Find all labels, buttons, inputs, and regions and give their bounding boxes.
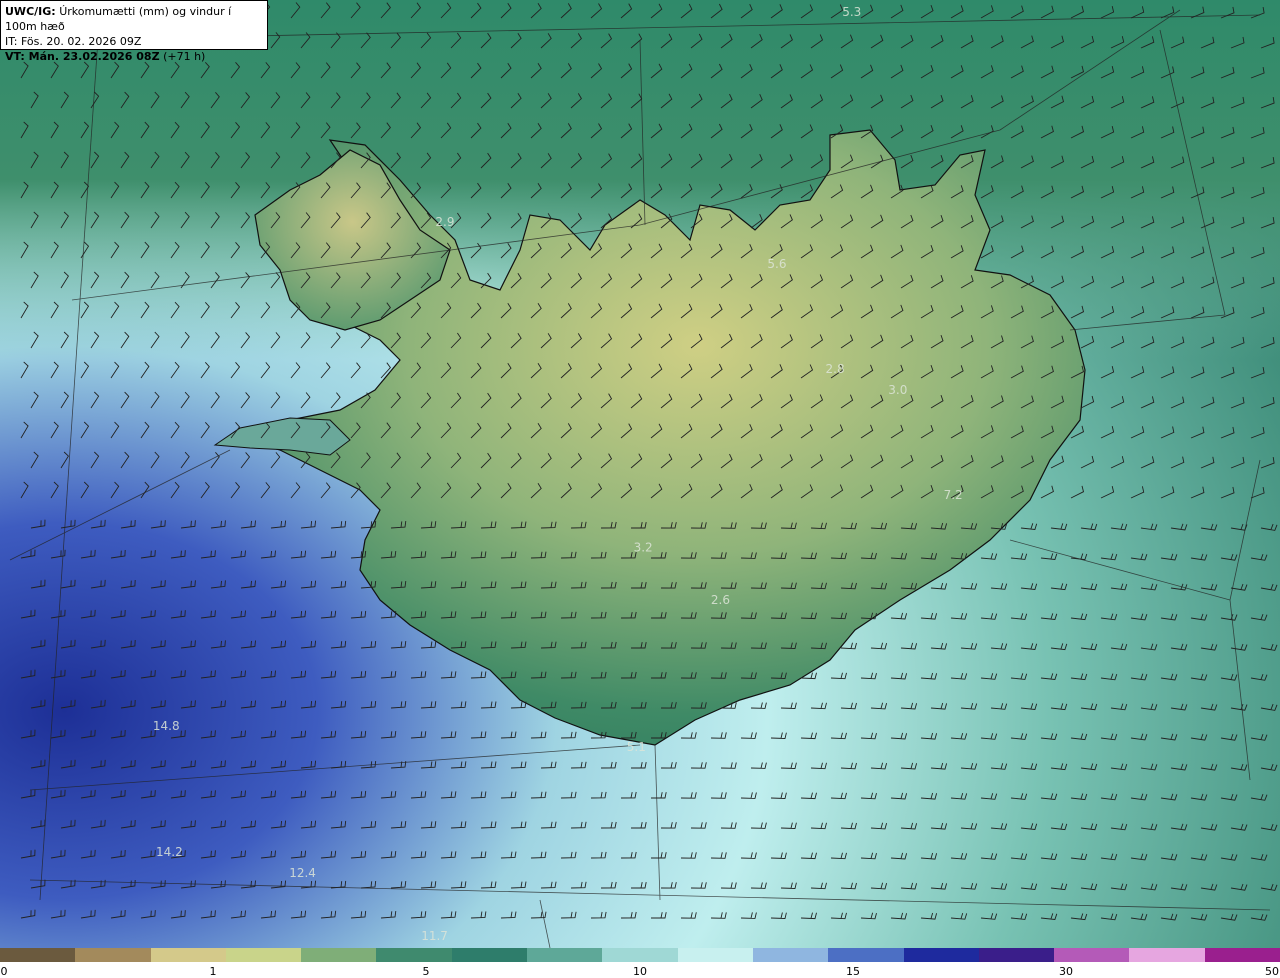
colorbar-segment <box>677 948 753 962</box>
precip-value-label: 5.6 <box>767 257 786 271</box>
colorbar-segment <box>828 948 904 962</box>
precip-value-label: 2.6 <box>711 593 730 607</box>
precip-value-label: 14.2 <box>156 845 183 859</box>
valid-time-line: VT: Mán. 23.02.2026 08Z (+71 h) <box>5 49 263 64</box>
title-line: UWC/IG: Úrkomumætti (mm) og vindur í 100… <box>5 4 263 34</box>
colorbar-segment <box>1054 948 1130 962</box>
colorbar-segment <box>225 948 302 962</box>
colorbar-segment <box>1129 948 1205 962</box>
model-label: UWC/IG: <box>5 5 56 18</box>
colorbar-tick-label: 0 <box>0 965 8 978</box>
precip-value-label: 3.0 <box>888 383 907 397</box>
colorbar-tick-label: 30 <box>1059 965 1073 978</box>
precip-value-label: 2.8 <box>826 362 845 376</box>
colorbar-tick-label: 50 <box>1265 965 1279 978</box>
colorbar-tick-label: 10 <box>633 965 647 978</box>
colorbar-segment <box>0 948 76 962</box>
colorbar-segment <box>903 948 979 962</box>
map-canvas: 5.3 2.9 5.6 2.8 3.0 7.2 3.2 2.6 5.1 14.8 14.2 12.4 1… <box>0 0 1280 948</box>
colorbar-strip <box>0 948 1280 962</box>
weather-map[interactable]: 5.3 2.9 5.6 2.8 3.0 7.2 3.2 2.6 5.1 14.8 14.2 12.4 1… <box>0 0 1280 948</box>
colorbar-segment <box>602 948 678 962</box>
colorbar-segment <box>978 948 1055 962</box>
colorbar-segment <box>75 948 151 962</box>
precip-colorbar: 0 1 5 10 15 30 50 <box>0 948 1280 978</box>
precip-value-label: 11.7 <box>421 929 448 943</box>
forecast-hour: (+71 h) <box>163 50 206 63</box>
colorbar-segment <box>150 948 226 962</box>
precip-value-label: 3.2 <box>634 541 653 555</box>
map-info-box: UWC/IG: Úrkomumætti (mm) og vindur í 100… <box>0 0 268 63</box>
colorbar-segment <box>527 948 603 962</box>
colorbar-segment <box>376 948 452 962</box>
precip-value-label: 7.2 <box>944 488 963 502</box>
precip-value-label: 5.3 <box>842 5 861 19</box>
precip-value-label: 5.1 <box>627 740 646 754</box>
precip-value-label: 2.9 <box>435 215 454 229</box>
colorbar-segment <box>1204 948 1280 962</box>
colorbar-segment <box>451 948 528 962</box>
colorbar-segment <box>301 948 377 962</box>
colorbar-tick-label: 5 <box>422 965 430 978</box>
valid-time: VT: Mán. 23.02.2026 08Z <box>5 50 160 63</box>
precip-value-label: 12.4 <box>289 866 316 880</box>
precip-value-label: 14.8 <box>153 719 180 733</box>
colorbar-tick-label: 15 <box>846 965 860 978</box>
colorbar-segment <box>752 948 829 962</box>
init-time: IT: Fös. 20. 02. 2026 09Z <box>5 35 142 48</box>
colorbar-tick-label: 1 <box>209 965 217 978</box>
